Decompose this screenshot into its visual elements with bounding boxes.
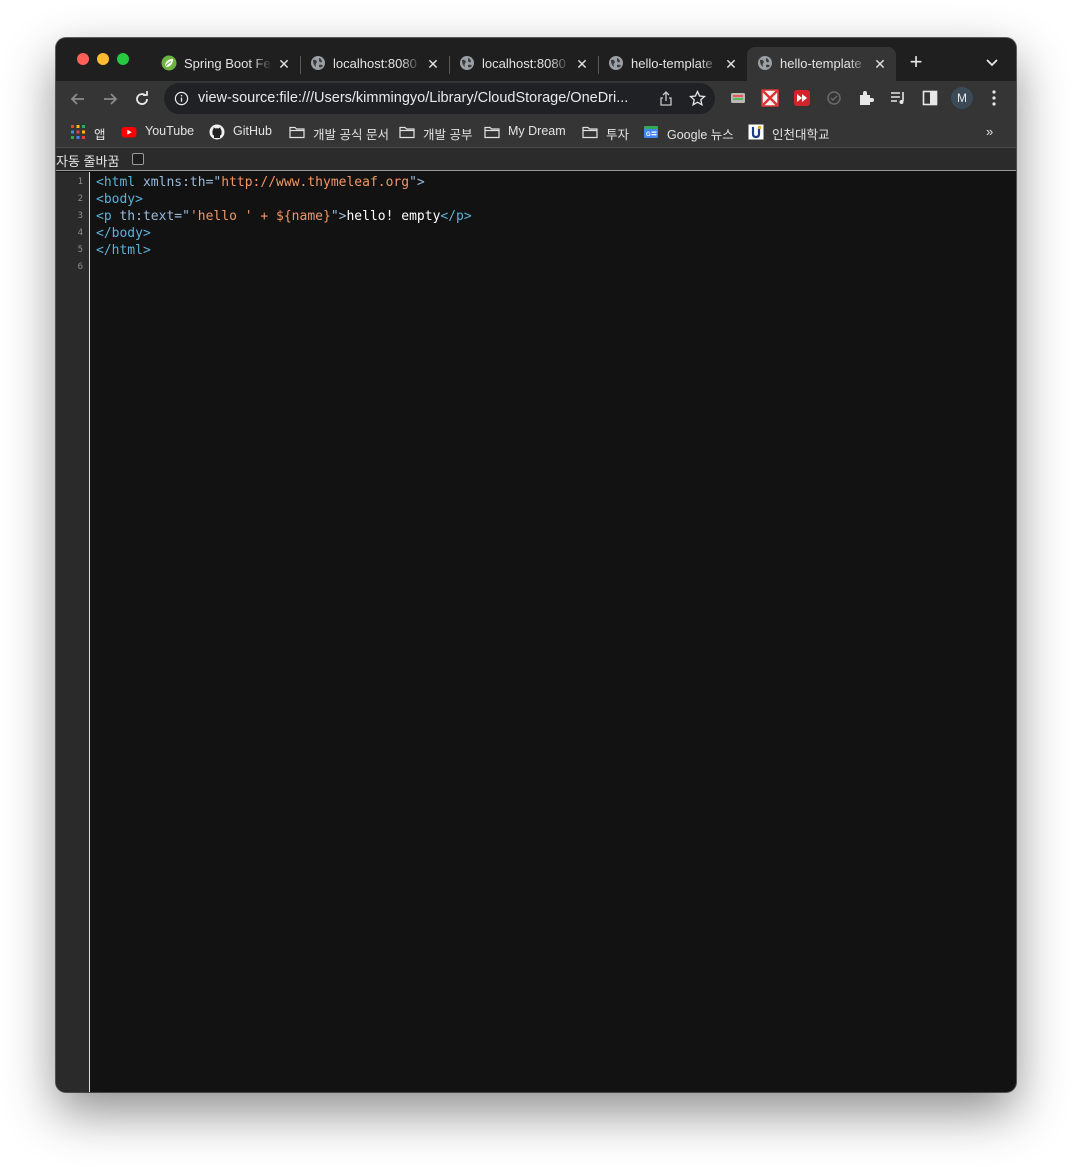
tag-close: "> bbox=[330, 209, 347, 224]
text-content: hello! empty bbox=[346, 209, 441, 224]
line-number: 4 bbox=[77, 228, 83, 238]
close-tab-icon[interactable]: ✕ bbox=[723, 56, 739, 72]
maximize-window-button[interactable] bbox=[117, 53, 129, 65]
folder-icon bbox=[289, 126, 305, 139]
p-end-tag: </p> bbox=[440, 209, 472, 224]
extension-mail-icon[interactable] bbox=[761, 89, 779, 107]
tab-strip: Spring Boot Features ✕ localhost:8080 ✕ … bbox=[56, 38, 1016, 81]
extension-sync-icon[interactable] bbox=[825, 89, 843, 107]
bookmarks-bar: 앱 YouTube GitHub 개발 공식 문서 개발 공부 My Dream… bbox=[56, 116, 1016, 148]
youtube-icon bbox=[121, 127, 137, 138]
info-icon[interactable] bbox=[174, 91, 189, 106]
close-window-button[interactable] bbox=[77, 53, 89, 65]
attribute-name: th:text=" bbox=[119, 209, 190, 224]
bookmark-label: 개발 공식 문서 bbox=[313, 128, 389, 142]
media-playlist-icon[interactable] bbox=[889, 89, 907, 107]
close-tab-icon[interactable]: ✕ bbox=[574, 56, 590, 72]
bookmark-label: My Dream bbox=[508, 124, 566, 138]
spring-leaf-icon bbox=[161, 55, 177, 71]
toolbar: view-source:file:///Users/kimmingyo/Libr… bbox=[56, 81, 1016, 116]
bookmark-label: 인천대학교 bbox=[772, 128, 830, 142]
globe-icon bbox=[758, 56, 772, 70]
profile-avatar[interactable]: M bbox=[951, 87, 973, 109]
p-tag: <p bbox=[96, 209, 120, 224]
browser-window: Spring Boot Features ✕ localhost:8080 ✕ … bbox=[56, 38, 1016, 1092]
line-number: 1 bbox=[77, 177, 83, 187]
attribute-name: xmlns:th=" bbox=[142, 175, 222, 190]
tag-close: "> bbox=[409, 175, 425, 190]
back-arrow-icon[interactable] bbox=[68, 89, 88, 109]
line-number-gutter: 1 2 3 4 5 6 bbox=[56, 172, 90, 1092]
source-line-3: <p th:text="'hello ' + ${name}">hello! e… bbox=[96, 208, 472, 225]
globe-icon bbox=[460, 56, 474, 70]
attribute-value: 'hello ' + ${name} bbox=[189, 209, 331, 224]
side-panel-icon[interactable] bbox=[921, 89, 939, 107]
chevron-down-icon[interactable] bbox=[984, 54, 1000, 70]
url-text[interactable]: view-source:file:///Users/kimmingyo/Libr… bbox=[198, 90, 648, 106]
line-wrap-label: 자동 줄바꿈 bbox=[56, 154, 120, 169]
folder-icon bbox=[399, 126, 415, 139]
extension-cast-icon[interactable] bbox=[729, 89, 747, 107]
tab-title: Spring Boot Features bbox=[184, 56, 272, 71]
bookmark-label: YouTube bbox=[145, 124, 195, 138]
globe-icon bbox=[609, 56, 623, 70]
body-end-tag: </body> bbox=[96, 226, 151, 241]
html-end-tag: </html> bbox=[96, 243, 151, 258]
attribute-value-link[interactable]: http://www.thymeleaf.org bbox=[221, 175, 409, 190]
github-icon bbox=[209, 124, 225, 140]
line-wrap-bar: 자동 줄바꿈 bbox=[56, 148, 1016, 171]
bookmark-star-icon[interactable] bbox=[689, 90, 706, 107]
google-news-icon: G bbox=[644, 126, 658, 138]
forward-arrow-icon[interactable] bbox=[100, 89, 120, 109]
html-tag: <html bbox=[96, 175, 143, 190]
close-tab-icon[interactable]: ✕ bbox=[276, 56, 292, 72]
close-tab-icon[interactable]: ✕ bbox=[425, 56, 441, 72]
line-number: 6 bbox=[77, 262, 83, 272]
bookmark-label: GitHub bbox=[233, 124, 272, 138]
extensions-puzzle-icon[interactable] bbox=[857, 89, 875, 107]
address-bar[interactable]: view-source:file:///Users/kimmingyo/Libr… bbox=[164, 83, 715, 114]
university-icon bbox=[748, 124, 764, 140]
source-line-2: <body> bbox=[96, 191, 143, 208]
minimize-window-button[interactable] bbox=[97, 53, 109, 65]
more-bookmarks-icon[interactable]: » bbox=[986, 124, 993, 139]
bookmark-label: Google 뉴스 bbox=[667, 128, 734, 142]
tab-localhost-1[interactable]: localhost:8080 ✕ bbox=[300, 47, 450, 81]
body-tag: <body> bbox=[96, 192, 143, 207]
line-number: 5 bbox=[77, 245, 83, 255]
line-wrap-checkbox[interactable] bbox=[132, 153, 144, 165]
folder-icon bbox=[582, 126, 598, 139]
reload-icon[interactable] bbox=[132, 89, 152, 109]
close-tab-icon[interactable]: ✕ bbox=[872, 56, 888, 72]
tab-title: localhost:8080 bbox=[333, 56, 417, 71]
line-number: 3 bbox=[77, 211, 83, 221]
bookmark-label: 앱 bbox=[94, 128, 106, 142]
globe-icon bbox=[311, 56, 325, 70]
svg-text:G: G bbox=[646, 132, 651, 138]
tab-spring-boot[interactable]: Spring Boot Features ✕ bbox=[151, 47, 301, 81]
apps-grid-icon bbox=[71, 125, 85, 139]
more-menu-icon[interactable] bbox=[991, 89, 997, 107]
extension-fast-forward-icon[interactable] bbox=[793, 89, 811, 107]
tab-hello-template-active[interactable]: hello-template ✕ bbox=[747, 47, 896, 81]
line-number: 2 bbox=[77, 194, 83, 204]
share-icon[interactable] bbox=[658, 90, 674, 107]
new-tab-button[interactable]: + bbox=[906, 51, 926, 73]
tab-hello-template-1[interactable]: hello-template ✕ bbox=[598, 47, 747, 81]
bookmark-label: 개발 공부 bbox=[423, 128, 473, 142]
tab-title: hello-template bbox=[631, 56, 713, 71]
source-line-1: <html xmlns:th="http://www.thymeleaf.org… bbox=[96, 174, 425, 191]
bookmark-label: 투자 bbox=[606, 128, 630, 142]
folder-icon bbox=[484, 126, 500, 139]
tab-localhost-2[interactable]: localhost:8080 ✕ bbox=[449, 47, 599, 81]
source-line-4: </body> bbox=[96, 225, 151, 242]
tab-title: localhost:8080 bbox=[482, 56, 566, 71]
tab-title: hello-template bbox=[780, 56, 862, 71]
source-line-5: </html> bbox=[96, 242, 151, 259]
